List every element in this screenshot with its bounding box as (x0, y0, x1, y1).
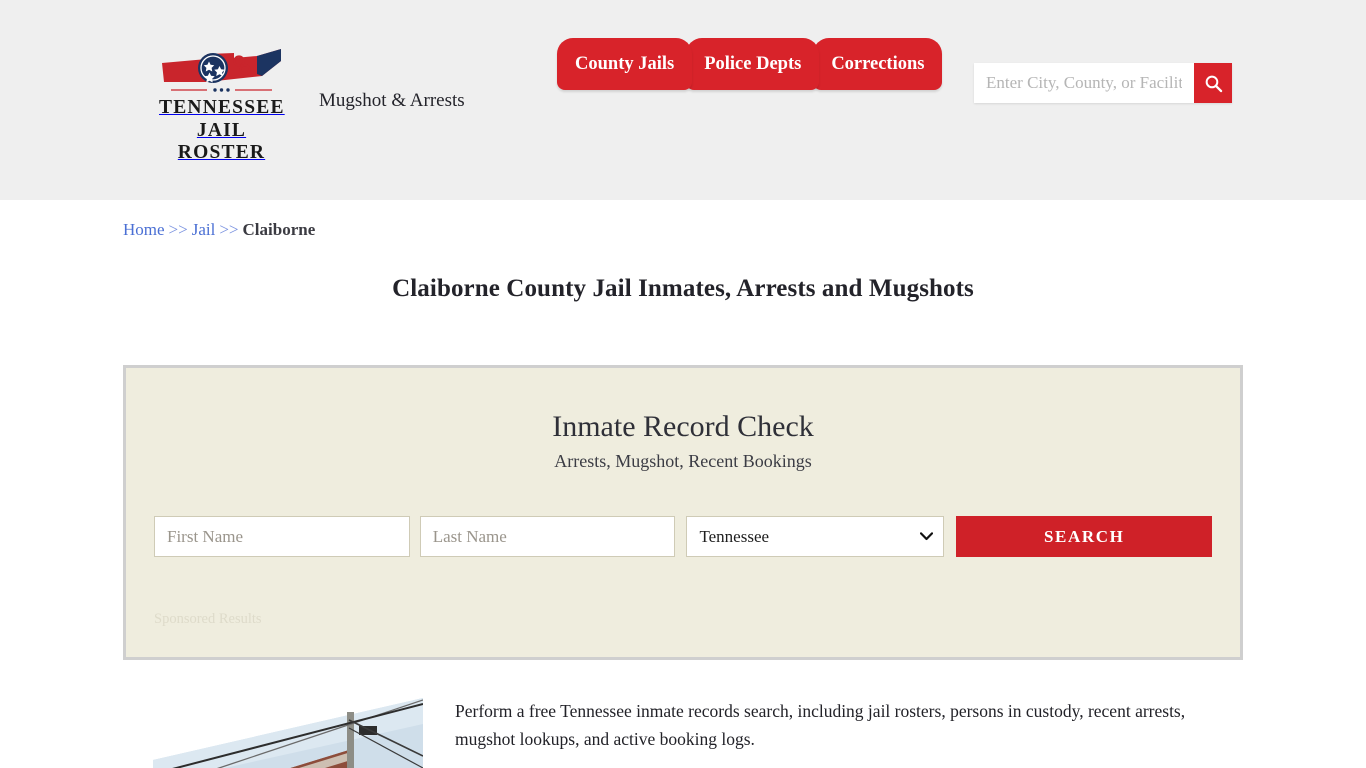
page-title: Claiborne County Jail Inmates, Arrests a… (392, 275, 974, 302)
inmate-search-form: Tennessee SEARCH (154, 516, 1213, 557)
first-name-input[interactable] (154, 516, 410, 557)
tennessee-state-handcuffs-logo-icon (162, 49, 281, 92)
state-select-wrapper: Tennessee (686, 516, 945, 557)
breadcrumb-current: Claiborne (242, 220, 316, 239)
breadcrumb: Home >> Jail >> Claiborne (123, 200, 1243, 240)
nav-item-corrections[interactable]: Corrections (813, 38, 943, 90)
breadcrumb-separator-1: >> (168, 220, 188, 239)
brand-line-2: JAIL ROSTER (177, 119, 266, 164)
brand-wordmark: TENNESSEE JAIL ROSTER (159, 97, 284, 165)
jail-building-image (153, 698, 423, 768)
site-tagline: Mugshot & Arrests (319, 90, 465, 111)
last-name-input[interactable] (419, 516, 676, 557)
nav-item-police-depts[interactable]: Police Depts (686, 38, 820, 90)
record-check-subtitle: Arrests, Mugshot, Recent Bookings (554, 451, 812, 471)
nav-item-county-jails[interactable]: County Jails (557, 38, 693, 90)
record-check-title: Inmate Record Check (552, 410, 814, 443)
article-paragraph-1: Perform a free Tennessee inmate records … (455, 701, 1186, 749)
article-body: Perform a free Tennessee inmate records … (455, 698, 1197, 768)
state-select[interactable]: Tennessee (686, 516, 945, 557)
header-inner: TENNESSEE JAIL ROSTER Mugshot & Arrests … (123, 0, 1243, 200)
breadcrumb-separator-2: >> (219, 220, 239, 239)
search-icon (1205, 75, 1222, 92)
inmate-record-check-panel: Inmate Record Check Arrests, Mugshot, Re… (123, 365, 1243, 660)
article-section: Perform a free Tennessee inmate records … (123, 698, 1243, 768)
page-content: Home >> Jail >> Claiborne Claiborne County J… (123, 200, 1243, 768)
jail-building-photo (153, 698, 423, 768)
header-search-button[interactable] (1194, 63, 1232, 103)
sponsored-results-label: Sponsored Results (154, 611, 262, 627)
breadcrumb-jail[interactable]: Jail (192, 220, 216, 239)
brand-line-1: TENNESSEE (159, 97, 285, 118)
site-logo-link[interactable]: TENNESSEE JAIL ROSTER (159, 46, 284, 165)
site-header: TENNESSEE JAIL ROSTER Mugshot & Arrests … (0, 0, 1366, 200)
header-search-input[interactable] (974, 63, 1194, 103)
main-navigation: County Jails Police Depts Corrections (557, 38, 943, 94)
header-search (974, 63, 1232, 103)
breadcrumb-home[interactable]: Home (123, 220, 165, 239)
inmate-search-button[interactable]: SEARCH (956, 516, 1213, 557)
